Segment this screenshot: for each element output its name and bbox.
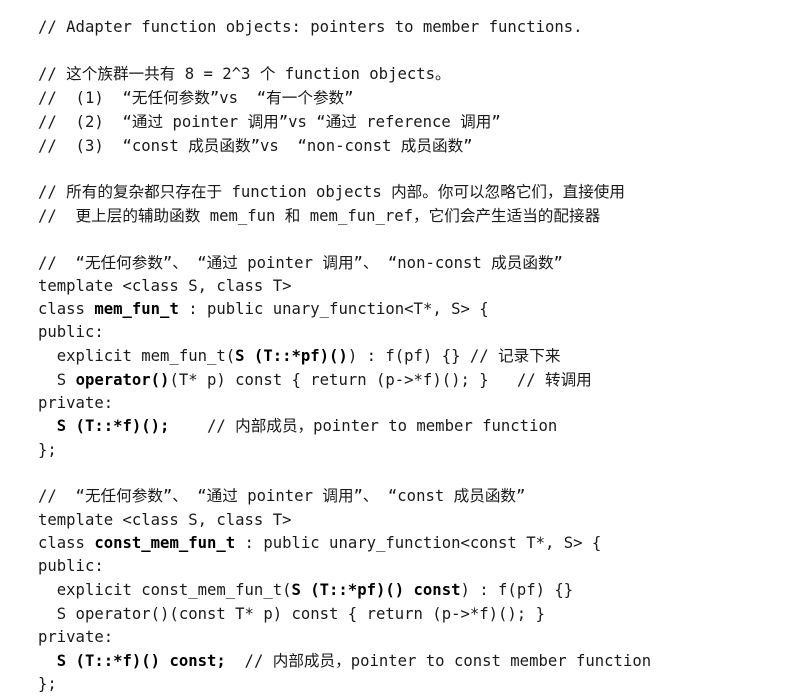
- code-text: ) : f(pf) {}: [460, 581, 574, 599]
- code-line-l17: // “无任何参数”、 “通过 pointer 调用”、 “const 成员函数…: [38, 486, 525, 506]
- code-line-l04: // (2) “通过 pointer 调用”vs “通过 reference 调…: [38, 112, 501, 132]
- code-line-l23: private:: [38, 627, 113, 647]
- code-line-l06: // 所有的复杂都只存在于 function objects 内部。你可以忽略它…: [38, 182, 625, 202]
- code-identifier-bold: operator(): [75, 371, 170, 389]
- code-line-l01: // Adapter function objects: pointers to…: [38, 17, 583, 37]
- code-text: explicit const_mem_fun_t(: [38, 581, 292, 599]
- code-line-l19: class const_mem_fun_t : public unary_fun…: [38, 533, 601, 553]
- code-text: : public unary_function<const T*, S> {: [235, 534, 602, 552]
- code-text: // Adapter function objects: pointers to…: [38, 18, 583, 36]
- code-line-l10: class mem_fun_t : public unary_function<…: [38, 299, 489, 319]
- code-line-l09: template <class S, class T>: [38, 276, 291, 296]
- code-line-l08: // “无任何参数”、 “通过 pointer 调用”、 “non-const …: [38, 253, 563, 273]
- code-text: private:: [38, 628, 114, 646]
- code-text: (T* p) const { return (p->*f)(); } // 转调…: [169, 371, 592, 389]
- code-text: S: [38, 371, 76, 389]
- code-text: ) : f(pf) {} // 记录下来: [347, 347, 561, 365]
- code-text: private:: [38, 394, 114, 412]
- code-text: explicit mem_fun_t(: [38, 347, 236, 365]
- code-line-l24: S (T::*f)() const; // 内部成员，pointer to co…: [38, 651, 651, 671]
- code-text: : public unary_function<T*, S> {: [178, 300, 489, 318]
- code-text: public:: [38, 557, 104, 575]
- code-text: };: [38, 441, 57, 459]
- code-line-l02: // 这个族群一共有 8 = 2^3 个 function objects。: [38, 64, 451, 84]
- code-text: // (3) “const 成员函数”vs “non-const 成员函数”: [38, 137, 473, 155]
- code-text: // 这个族群一共有 8 = 2^3 个 function objects。: [38, 65, 451, 83]
- code-line-l25: };: [38, 674, 57, 694]
- code-text: class: [38, 300, 95, 318]
- code-text: public:: [38, 323, 104, 341]
- code-line-l05: // (3) “const 成员函数”vs “non-const 成员函数”: [38, 136, 473, 156]
- code-text: template <class S, class T>: [38, 277, 292, 295]
- code-text: // (1) “无任何参数”vs “有一个参数”: [38, 89, 354, 107]
- code-text: // “无任何参数”、 “通过 pointer 调用”、 “const 成员函数…: [38, 487, 526, 505]
- code-line-l20: public:: [38, 556, 104, 576]
- code-line-l03: // (1) “无任何参数”vs “有一个参数”: [38, 88, 354, 108]
- code-line-l14: private:: [38, 393, 113, 413]
- code-text: // 内部成员，pointer to member function: [169, 417, 558, 435]
- code-line-l07: // 更上层的辅助函数 mem_fun 和 mem_fun_ref，它们会产生适…: [38, 206, 600, 226]
- code-line-l21: explicit const_mem_fun_t(S (T::*pf)() co…: [38, 580, 573, 600]
- code-line-l22: S operator()(const T* p) const { return …: [38, 604, 545, 624]
- code-identifier-bold: S (T::*f)();: [56, 417, 170, 435]
- code-text: };: [38, 675, 57, 693]
- code-text: // 内部成员，pointer to const member function: [225, 652, 652, 670]
- code-text: class: [38, 534, 95, 552]
- code-line-l18: template <class S, class T>: [38, 510, 291, 530]
- code-line-l13: S operator()(T* p) const { return (p->*f…: [38, 370, 592, 390]
- code-identifier-bold: const_mem_fun_t: [94, 534, 236, 552]
- code-line-l16: };: [38, 440, 57, 460]
- code-text: // “无任何参数”、 “通过 pointer 调用”、 “non-const …: [38, 254, 563, 272]
- code-line-l15: S (T::*f)(); // 内部成员，pointer to member f…: [38, 416, 557, 436]
- code-text: template <class S, class T>: [38, 511, 292, 529]
- code-line-l12: explicit mem_fun_t(S (T::*pf)()) : f(pf)…: [38, 346, 561, 366]
- code-identifier-bold: S (T::*f)() const;: [56, 652, 226, 670]
- code-text: // (2) “通过 pointer 调用”vs “通过 reference 调…: [38, 113, 501, 131]
- code-identifier-bold: S (T::*pf)(): [235, 347, 348, 365]
- code-identifier-bold: mem_fun_t: [94, 300, 179, 318]
- code-text: // 更上层的辅助函数 mem_fun 和 mem_fun_ref，它们会产生适…: [38, 207, 601, 225]
- code-text: // 所有的复杂都只存在于 function objects 内部。你可以忽略它…: [38, 183, 625, 201]
- code-text: S operator()(const T* p) const { return …: [38, 605, 545, 623]
- code-line-l11: public:: [38, 322, 104, 342]
- code-identifier-bold: S (T::*pf)() const: [291, 581, 461, 599]
